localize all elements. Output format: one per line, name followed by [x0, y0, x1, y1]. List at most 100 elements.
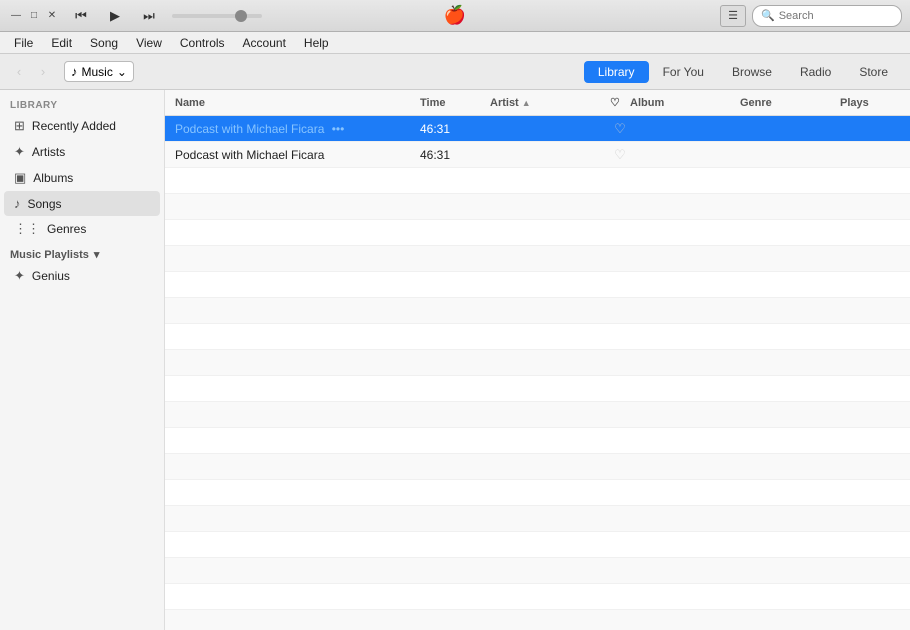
search-box[interactable]: 🔍 [752, 5, 902, 27]
title-bar-right: ☰ 🔍 [720, 5, 910, 27]
heart-icon: ♡ [610, 147, 630, 163]
menu-view[interactable]: View [128, 34, 170, 52]
minimize-button[interactable]: — [8, 8, 24, 24]
empty-row [165, 428, 910, 454]
library-section-label: Library [0, 96, 164, 113]
rewind-button[interactable]: ⏮ [68, 3, 94, 29]
empty-row [165, 272, 910, 298]
menu-bar: File Edit Song View Controls Account Hel… [0, 32, 910, 54]
col-name[interactable]: Name [175, 97, 420, 109]
col-artist[interactable]: Artist ▲ [490, 97, 610, 109]
music-playlists-label: Music Playlists [10, 249, 89, 261]
playback-controls: ⏮ ▶ ⏭ [60, 3, 162, 29]
menu-controls[interactable]: Controls [172, 34, 233, 52]
empty-row [165, 402, 910, 428]
nav-arrows: ‹ › [8, 61, 54, 83]
restore-button[interactable]: □ [26, 8, 42, 24]
music-selector-chevron: ⌄ [117, 65, 127, 79]
empty-row [165, 558, 910, 584]
sidebar-item-genius[interactable]: ✦ Genius [4, 263, 160, 289]
window-controls: — □ ✕ [0, 8, 60, 24]
back-button[interactable]: ‹ [8, 61, 30, 83]
progress-area [172, 14, 262, 18]
sort-arrow-icon: ▲ [522, 98, 531, 108]
search-icon: 🔍 [761, 9, 775, 22]
tab-library[interactable]: Library [584, 61, 649, 83]
fastforward-button[interactable]: ⏭ [136, 3, 162, 29]
empty-row [165, 454, 910, 480]
play-button[interactable]: ▶ [102, 3, 128, 29]
sidebar-item-albums-label: Albums [33, 171, 73, 185]
empty-row [165, 376, 910, 402]
sidebar-item-artists[interactable]: ✦ Artists [4, 139, 160, 165]
sidebar-item-songs[interactable]: ♪ Songs [4, 191, 160, 216]
empty-row [165, 532, 910, 558]
songs-icon: ♪ [14, 196, 21, 211]
cell-name-suffix: ••• [332, 122, 345, 136]
tab-for-you[interactable]: For You [649, 61, 718, 83]
menu-file[interactable]: File [6, 34, 41, 52]
close-button[interactable]: ✕ [44, 8, 60, 24]
empty-row [165, 610, 910, 630]
menu-edit[interactable]: Edit [43, 34, 80, 52]
sidebar-item-albums[interactable]: ▣ Albums [4, 165, 160, 191]
menu-song[interactable]: Song [82, 34, 126, 52]
sidebar-item-genres[interactable]: ⋮⋮ Genres [4, 216, 160, 242]
empty-rows [165, 168, 910, 630]
col-time[interactable]: Time [420, 97, 490, 109]
list-view-button[interactable]: ☰ [720, 5, 746, 27]
empty-row [165, 584, 910, 610]
music-note-icon: ♪ [71, 64, 78, 79]
table-header: Name Time Artist ▲ ♡ Album Genre Plays [165, 90, 910, 116]
recently-added-icon: ⊞ [14, 118, 25, 134]
heart-icon: ♡ [610, 121, 630, 137]
sidebar-item-recently-added-label: Recently Added [32, 119, 116, 133]
menu-help[interactable]: Help [296, 34, 337, 52]
apple-logo: 🍎 [444, 5, 466, 26]
forward-button[interactable]: › [32, 61, 54, 83]
albums-icon: ▣ [14, 170, 26, 186]
music-playlists-header[interactable]: Music Playlists ▾ [0, 242, 164, 263]
empty-row [165, 350, 910, 376]
cell-time: 46:31 [420, 148, 490, 162]
search-input[interactable] [779, 10, 893, 22]
empty-row [165, 246, 910, 272]
title-bar: — □ ✕ ⏮ ▶ ⏭ 🍎 ☰ 🔍 [0, 0, 910, 32]
tab-store[interactable]: Store [845, 61, 902, 83]
progress-track[interactable] [172, 14, 262, 18]
col-genre[interactable]: Genre [740, 97, 840, 109]
nav-bar: ‹ › ♪ Music ⌄ Library For You Browse Rad… [0, 54, 910, 90]
sidebar: Library ⊞ Recently Added ✦ Artists ▣ Alb… [0, 90, 165, 630]
music-selector-label: Music [82, 65, 113, 79]
nav-tabs: Library For You Browse Radio Store [584, 61, 902, 83]
empty-row [165, 298, 910, 324]
sidebar-item-songs-label: Songs [28, 197, 62, 211]
genres-icon: ⋮⋮ [14, 221, 40, 237]
cell-time: 46:31 [420, 122, 490, 136]
cell-name: Podcast with Michael Ficara [175, 148, 420, 162]
table-row[interactable]: Podcast with Michael Ficara 46:31 ♡ [165, 142, 910, 168]
col-album[interactable]: Album [630, 97, 740, 109]
table-row[interactable]: Podcast with Michael Ficara ••• 46:31 ♡ [165, 116, 910, 142]
sidebar-item-genres-label: Genres [47, 222, 86, 236]
sidebar-item-genius-label: Genius [32, 269, 70, 283]
empty-row [165, 480, 910, 506]
sidebar-item-recently-added[interactable]: ⊞ Recently Added [4, 113, 160, 139]
sidebar-item-artists-label: Artists [32, 145, 65, 159]
menu-account[interactable]: Account [235, 34, 294, 52]
music-playlists-chevron: ▾ [94, 248, 100, 261]
col-heart[interactable]: ♡ [610, 96, 630, 109]
tab-radio[interactable]: Radio [786, 61, 845, 83]
col-plays[interactable]: Plays [840, 97, 900, 109]
cell-name: Podcast with Michael Ficara ••• [175, 122, 420, 136]
main-layout: Library ⊞ Recently Added ✦ Artists ▣ Alb… [0, 90, 910, 630]
tab-browse[interactable]: Browse [718, 61, 786, 83]
music-selector[interactable]: ♪ Music ⌄ [64, 61, 134, 82]
content-area: Name Time Artist ▲ ♡ Album Genre Plays [165, 90, 910, 630]
empty-row [165, 168, 910, 194]
genius-icon: ✦ [14, 268, 25, 284]
progress-thumb[interactable] [235, 10, 247, 22]
empty-row [165, 506, 910, 532]
empty-row [165, 194, 910, 220]
empty-row [165, 220, 910, 246]
